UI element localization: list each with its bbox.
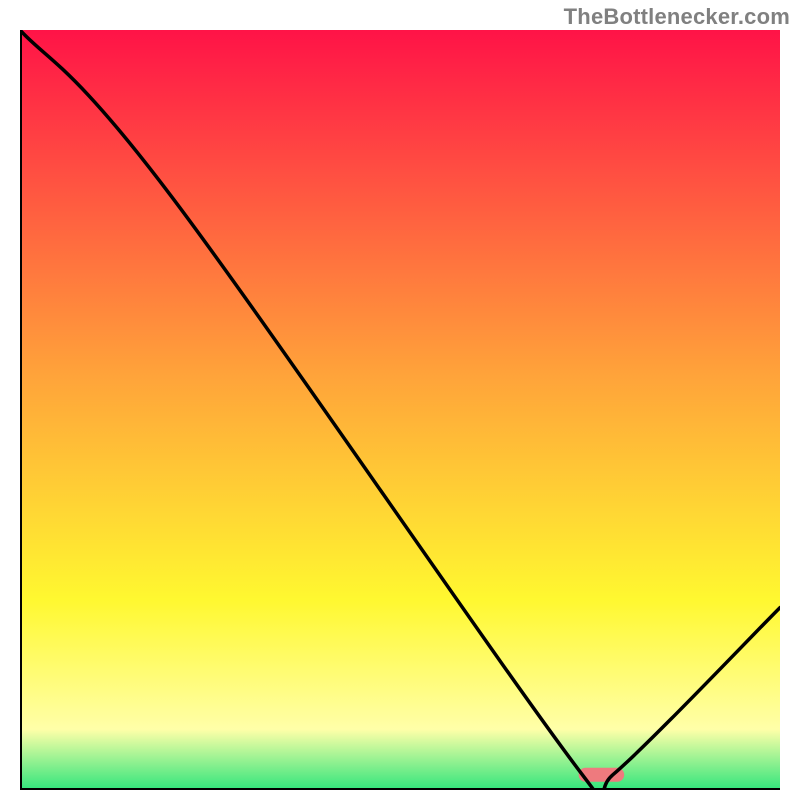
chart-container: TheBottlenecker.com [0,0,800,800]
chart-svg [20,30,780,790]
gradient-background [20,30,780,790]
attribution-label: TheBottlenecker.com [564,4,790,30]
plot-area [20,30,780,790]
